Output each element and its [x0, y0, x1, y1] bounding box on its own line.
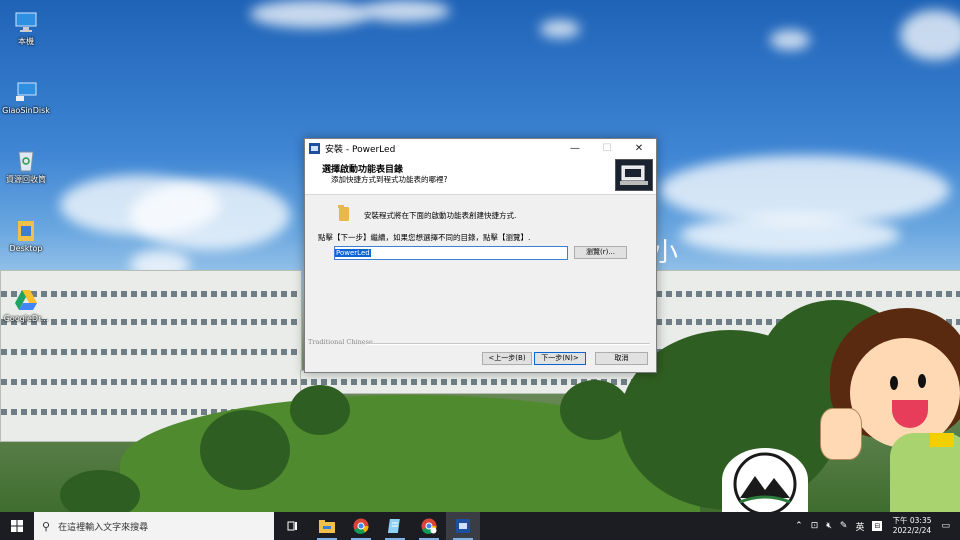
network-drive-icon [14, 80, 38, 104]
back-button[interactable]: <上一步(B) [482, 352, 532, 365]
network-icon[interactable]: ⊡ [811, 521, 819, 531]
desktop-icon-recycle-bin[interactable]: 資源回收筒 [0, 148, 56, 185]
chevron-up-icon[interactable]: ⌃ [795, 521, 803, 531]
desktop-icon-label: GiaoSinDisk [2, 106, 50, 115]
clock-time: 下午 03:35 [892, 516, 932, 525]
search-icon: ⚲ [42, 519, 51, 533]
info-text: 安裝程式將在下面的啟動功能表創建快捷方式. [364, 211, 517, 220]
file-explorer-icon [319, 519, 335, 533]
ime-icon[interactable]: ⊟ [872, 521, 883, 531]
dialog-title: 安裝 - PowerLed [325, 144, 396, 155]
folder-icon [338, 205, 349, 221]
task-view-button[interactable] [276, 512, 310, 540]
chrome-profile-button[interactable] [412, 512, 446, 540]
maximize-button[interactable]: ☐ [592, 139, 622, 157]
input-language[interactable]: 英 [855, 520, 864, 533]
search-placeholder: 在這裡輸入文字來搜尋 [58, 522, 149, 533]
desktop-icon-label: GoogleDr... [3, 314, 49, 323]
windows-logo-icon [11, 520, 23, 532]
task-view-icon [287, 521, 297, 531]
browse-button[interactable]: 瀏覽(r)... [574, 246, 627, 259]
desktop-icon-label: Desktop [9, 244, 43, 253]
desktop-icon-this-pc[interactable]: 本機 [0, 10, 56, 47]
cartoon-character [820, 308, 960, 512]
wizard-body: 安裝程式將在下面的啟動功能表創建快捷方式. 點擊【下一步】繼續，如果您想選擇不同… [305, 195, 656, 345]
notepad-icon [388, 519, 400, 533]
taskbar-search-box[interactable]: ⚲ 在這裡輸入文字來搜尋 [34, 512, 274, 540]
computer-icon [14, 10, 38, 34]
input-selected-text: PowerLed [335, 249, 371, 257]
system-tray: ⌃ ⊡ 🔇︎ ✎ 英 ⊟ 下午 03:35 2022/2/24 ▭ [791, 512, 960, 540]
chrome-icon [353, 518, 369, 534]
cancel-button[interactable]: 取消 [595, 352, 648, 365]
powerled-installer-button[interactable] [446, 512, 480, 540]
start-menu-folder-input[interactable]: PowerLed [334, 246, 568, 260]
instruction-text: 點擊【下一步】繼續，如果您想選擇不同的目錄，點擊【瀏覽】. [318, 233, 531, 242]
notification-icon[interactable]: ▭ [941, 521, 950, 531]
desktop-icon-label: 本機 [18, 37, 34, 46]
notepad-button[interactable] [378, 512, 412, 540]
start-button[interactable] [0, 512, 34, 540]
next-button[interactable]: 下一步(N)> [534, 352, 586, 365]
clock[interactable]: 下午 03:35 2022/2/24 [892, 516, 931, 536]
clock-date: 2022/2/24 [892, 526, 932, 535]
google-drive-icon [14, 288, 38, 312]
minimize-button[interactable]: — [560, 139, 590, 157]
desktop-icon-label: 資源回收筒 [6, 175, 46, 184]
footer-divider [367, 343, 650, 345]
taskbar: ⚲ 在這裡輸入文字來搜尋 ⌃ ⊡ 🔇︎ ✎ 英 ⊟ 下午 03:35 2022/… [0, 512, 960, 540]
chrome-button[interactable] [344, 512, 378, 540]
installer-logo-icon [615, 159, 653, 191]
dialog-titlebar[interactable]: 安裝 - PowerLed — ☐ ✕ [305, 139, 656, 157]
powerled-installer-icon [456, 519, 470, 533]
wizard-subtitle: 添加快捷方式到程式功能表的哪裡? [331, 175, 448, 184]
volume-muted-icon[interactable]: 🔇︎ [826, 521, 832, 531]
wizard-header: 選擇啟動功能表目錄 添加快捷方式到程式功能表的哪裡? [305, 157, 656, 195]
folder-icon [14, 218, 38, 242]
recycle-bin-icon [14, 148, 38, 172]
chrome-alt-icon [421, 518, 437, 534]
desktop-icon-desktop[interactable]: Desktop [0, 218, 56, 253]
pen-icon[interactable]: ✎ [840, 521, 848, 531]
installer-app-icon [309, 142, 320, 154]
installer-dialog: 安裝 - PowerLed — ☐ ✕ 選擇啟動功能表目錄 添加快捷方式到程式功… [304, 138, 657, 373]
brand-label: Traditional Chinese [308, 338, 373, 346]
desktop-icon-giaosindisk[interactable]: GiaoSinDisk [0, 80, 56, 115]
file-explorer-button[interactable] [310, 512, 344, 540]
school-logo [722, 448, 808, 512]
desktop-icon-google-drive[interactable]: GoogleDr... [0, 288, 56, 323]
close-button[interactable]: ✕ [624, 139, 654, 157]
